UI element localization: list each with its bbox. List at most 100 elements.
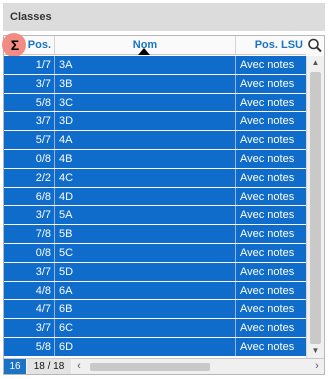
row-selector[interactable] — [4, 206, 21, 224]
cell-nom: 5A — [55, 206, 236, 225]
table-footer: 16 18 / 18 ‹ › — [4, 358, 324, 374]
table-row[interactable]: 0/8 4B Avec notes — [4, 149, 306, 169]
cell-nom: 5C — [55, 243, 236, 262]
cell-pos-lsu: Avec notes — [240, 171, 295, 184]
row-selector[interactable] — [4, 56, 21, 74]
cell-nom: 5D — [55, 262, 236, 281]
cell-pos-lsu: Avec notes — [240, 246, 295, 259]
table-row[interactable]: 6/8 4D Avec notes — [4, 187, 306, 207]
horizontal-scrollbar[interactable]: ‹ › — [72, 359, 324, 374]
table-body: 1/7 3A Avec notes 3/7 3B Avec notes 5/8 3C Avec … — [4, 56, 306, 358]
table-row[interactable]: 3/7 6C Avec notes — [4, 319, 306, 338]
cell-nom: 5B — [55, 225, 236, 243]
table-row[interactable]: 3/7 5A Avec notes — [4, 206, 306, 226]
cell-nom: 3C — [55, 93, 236, 112]
cell-pos: 7/8 — [21, 225, 55, 243]
scroll-up-icon[interactable]: ▲ — [307, 56, 324, 70]
table-row[interactable]: 3/7 5D Avec notes — [4, 262, 306, 282]
column-header-pos-lsu[interactable]: Pos. LSU — [236, 36, 306, 55]
table-row[interactable]: 2/2 4C Avec notes — [4, 168, 306, 188]
cell-pos: 4/7 — [21, 300, 55, 319]
cell-nom: 6D — [55, 337, 236, 356]
cell-nom: 4D — [55, 187, 236, 206]
classes-panel: Classes Σ Pos. Nom Pos. LSU 1/7 3A Avec no… — [0, 0, 328, 379]
cell-nom: 4A — [55, 131, 236, 149]
cell-pos: 3/7 — [21, 319, 55, 337]
table-row[interactable]: 5/8 3C Avec notes — [4, 93, 306, 113]
row-count: 18 / 18 — [27, 359, 71, 374]
row-selector[interactable] — [4, 94, 21, 112]
row-selector[interactable] — [4, 225, 21, 243]
cell-nom: 6B — [55, 300, 236, 319]
cell-pos: 5/8 — [21, 93, 55, 112]
cell-pos-lsu: Avec notes — [240, 190, 295, 203]
row-selector[interactable] — [4, 282, 21, 300]
row-selector[interactable] — [4, 244, 21, 262]
cell-pos-lsu: Avec notes — [240, 228, 295, 241]
cell-pos-lsu: Avec notes — [240, 209, 295, 222]
cell-pos: 5/7 — [21, 131, 55, 149]
scroll-down-icon[interactable]: ▼ — [307, 344, 324, 358]
cell-pos-lsu: Avec notes — [240, 322, 295, 335]
cell-pos: 1/7 — [21, 56, 55, 74]
sort-ascending-icon — [138, 48, 150, 55]
sigma-column-header[interactable]: Σ — [2, 33, 26, 57]
row-selector[interactable] — [4, 300, 21, 318]
scroll-left-icon[interactable]: ‹ — [72, 359, 86, 374]
cell-pos-lsu: Avec notes — [240, 77, 295, 90]
table-row[interactable]: 1/7 3A Avec notes — [4, 56, 306, 75]
vertical-scroll-thumb[interactable] — [310, 72, 321, 344]
cell-pos-lsu: Avec notes — [240, 303, 295, 316]
column-header-pos[interactable]: Pos. — [21, 36, 55, 55]
table-row[interactable]: 0/8 5C Avec notes — [4, 243, 306, 263]
row-selector[interactable] — [4, 131, 21, 149]
cell-pos-lsu: Avec notes — [240, 152, 295, 165]
cell-pos: 3/7 — [21, 112, 55, 131]
row-selector[interactable] — [4, 169, 21, 187]
cell-nom: 3D — [55, 112, 236, 131]
cell-pos: 5/8 — [21, 337, 55, 356]
panel-title: Classes — [3, 3, 325, 31]
row-selector[interactable] — [4, 263, 21, 281]
search-button[interactable] — [306, 36, 324, 55]
cell-nom: 3B — [55, 74, 236, 93]
cell-pos-lsu: Avec notes — [240, 115, 295, 128]
table-row[interactable]: 4/8 6A Avec notes — [4, 281, 306, 301]
scroll-right-icon[interactable]: › — [310, 359, 324, 374]
cell-pos-lsu: Avec notes — [240, 284, 295, 297]
row-selector[interactable] — [4, 75, 21, 93]
cell-pos-lsu: Avec notes — [240, 96, 295, 109]
classes-table: Σ Pos. Nom Pos. LSU 1/7 3A Avec notes 3/7 3B… — [2, 33, 325, 375]
table-header: Σ Pos. Nom Pos. LSU — [2, 33, 324, 57]
table-row[interactable]: 5/8 6D Avec notes — [4, 337, 306, 357]
cell-pos: 3/7 — [21, 262, 55, 281]
cell-pos-lsu: Avec notes — [240, 340, 295, 353]
cell-pos-lsu: Avec notes — [240, 265, 295, 278]
table-row[interactable]: 4/7 6B Avec notes — [4, 300, 306, 320]
vertical-scrollbar[interactable]: ▲ ▼ — [306, 56, 324, 358]
cell-nom: 3A — [55, 56, 236, 74]
horizontal-scroll-thumb[interactable] — [90, 363, 210, 371]
row-selector[interactable] — [4, 319, 21, 337]
cell-nom: 6A — [55, 281, 236, 300]
table-row[interactable]: 3/7 3B Avec notes — [4, 74, 306, 94]
cell-nom: 6C — [55, 319, 236, 337]
cell-pos-lsu: Avec notes — [240, 134, 295, 147]
row-selector[interactable] — [4, 188, 21, 206]
cell-pos: 2/2 — [21, 168, 55, 187]
table-row[interactable]: 7/8 5B Avec notes — [4, 225, 306, 244]
cell-nom: 4B — [55, 149, 236, 168]
sigma-icon[interactable]: Σ — [8, 36, 22, 55]
cell-pos: 0/8 — [21, 149, 55, 168]
selected-count-badge: 16 — [4, 359, 26, 374]
cell-pos: 4/8 — [21, 281, 55, 300]
row-selector[interactable] — [4, 338, 21, 356]
cell-pos: 6/8 — [21, 187, 55, 206]
row-selector[interactable] — [4, 112, 21, 130]
cell-pos: 0/8 — [21, 243, 55, 262]
table-row[interactable]: 5/7 4A Avec notes — [4, 131, 306, 150]
table-row[interactable]: 3/7 3D Avec notes — [4, 112, 306, 132]
cell-pos: 3/7 — [21, 74, 55, 93]
row-selector[interactable] — [4, 150, 21, 168]
cell-pos-lsu: Avec notes — [240, 59, 295, 71]
